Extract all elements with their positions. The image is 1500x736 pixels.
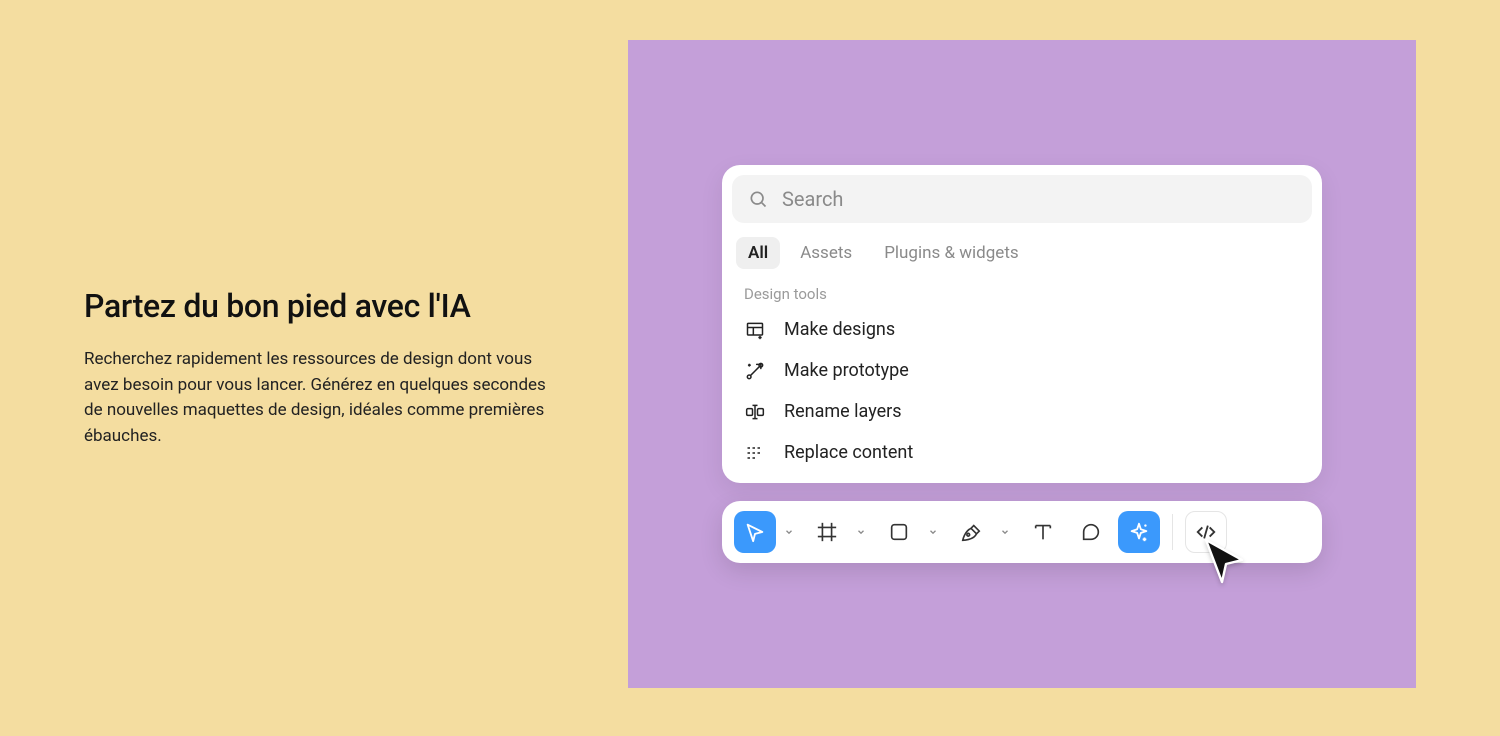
dev-mode-button[interactable]: [1185, 511, 1227, 553]
text-cursor-icon: [744, 402, 766, 422]
prototype-flow-icon: [744, 361, 766, 381]
app-canvas: Search All Assets Plugins & widgets Desi…: [628, 40, 1416, 688]
text-tool-button[interactable]: [1022, 511, 1064, 553]
tab-all[interactable]: All: [736, 237, 780, 269]
tab-plugins-widgets[interactable]: Plugins & widgets: [872, 237, 1030, 269]
chevron-down-icon[interactable]: [854, 527, 872, 537]
design-tools-list: Make designs Make prototype Rename layer…: [722, 309, 1322, 473]
tool-label: Rename layers: [784, 401, 902, 422]
layout-add-icon: [744, 320, 766, 340]
tool-make-prototype[interactable]: Make prototype: [732, 350, 1312, 391]
pen-tool-button[interactable]: [950, 511, 992, 553]
chevron-down-icon[interactable]: [782, 527, 800, 537]
chevron-down-icon[interactable]: [926, 527, 944, 537]
tool-label: Make prototype: [784, 360, 909, 381]
ai-actions-button[interactable]: [1118, 511, 1160, 553]
section-label-design-tools: Design tools: [722, 275, 1322, 309]
search-placeholder: Search: [782, 187, 843, 211]
bottom-toolbar: [722, 501, 1322, 563]
search-icon: [748, 189, 768, 209]
chevron-down-icon[interactable]: [998, 527, 1016, 537]
comment-tool-button[interactable]: [1070, 511, 1112, 553]
hero-body: Recherchez rapidement les ressources de …: [84, 347, 554, 449]
tool-label: Replace content: [784, 442, 913, 463]
toolbar-divider: [1172, 514, 1173, 550]
hero-copy: Partez du bon pied avec l'IA Recherchez …: [0, 0, 628, 736]
tool-label: Make designs: [784, 319, 895, 340]
actions-panel: Search All Assets Plugins & widgets Desi…: [722, 165, 1322, 483]
tool-make-designs[interactable]: Make designs: [732, 309, 1312, 350]
search-input[interactable]: Search: [732, 175, 1312, 223]
move-tool-button[interactable]: [734, 511, 776, 553]
filter-tabs: All Assets Plugins & widgets: [722, 223, 1322, 275]
hero-heading: Partez du bon pied avec l'IA: [84, 287, 568, 325]
tab-assets[interactable]: Assets: [788, 237, 864, 269]
shape-tool-button[interactable]: [878, 511, 920, 553]
content-lines-icon: [744, 443, 766, 463]
frame-tool-button[interactable]: [806, 511, 848, 553]
tool-replace-content[interactable]: Replace content: [732, 432, 1312, 473]
tool-rename-layers[interactable]: Rename layers: [732, 391, 1312, 432]
